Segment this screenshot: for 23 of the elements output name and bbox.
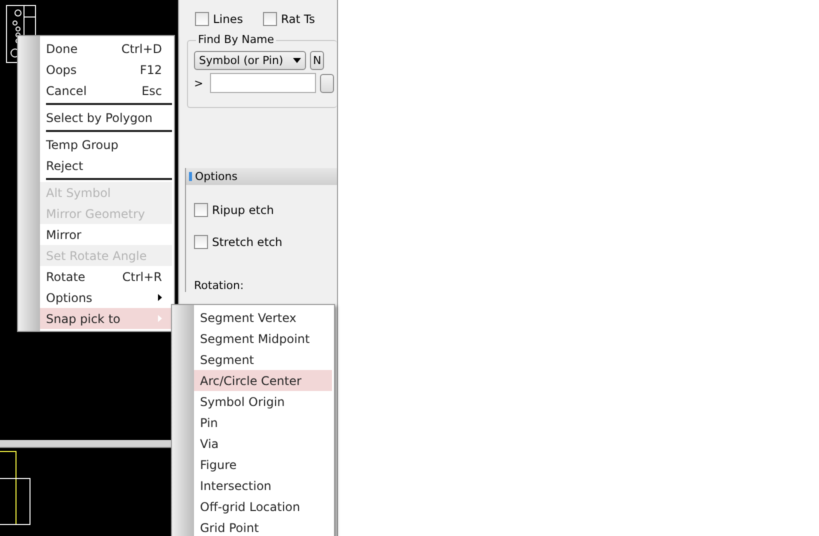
checkbox[interactable] bbox=[262, 12, 277, 26]
checkbox-label: Rat Ts bbox=[280, 12, 316, 26]
caret-icon bbox=[293, 58, 301, 63]
rotation-label: Rotation: bbox=[194, 279, 245, 292]
submenu-arrow-icon bbox=[158, 315, 162, 322]
type-dropdown[interactable]: Symbol (or Pin) bbox=[194, 51, 306, 70]
submenu-arrow-icon bbox=[158, 294, 162, 301]
checkbox[interactable] bbox=[194, 203, 208, 217]
options-header[interactable]: Options bbox=[185, 168, 337, 185]
more-button[interactable] bbox=[320, 74, 334, 92]
checkbox[interactable] bbox=[195, 12, 209, 26]
checkbox-label: Lines bbox=[213, 12, 243, 26]
name-input-field[interactable] bbox=[210, 73, 316, 93]
prompt-label: > bbox=[194, 76, 204, 90]
checkbox-label: Stretch etch bbox=[212, 235, 282, 249]
checkbox[interactable] bbox=[194, 235, 208, 249]
checkbox-label: Ripup etch bbox=[212, 203, 274, 217]
name-button[interactable]: N bbox=[310, 51, 324, 70]
options-title: Options bbox=[195, 170, 238, 183]
grip-icon bbox=[189, 172, 192, 181]
menu-item[interactable]: Snap pick to bbox=[40, 308, 172, 329]
group-title: Find By Name bbox=[196, 33, 276, 46]
menu-item[interactable]: Arc/Circle Center bbox=[194, 370, 332, 391]
